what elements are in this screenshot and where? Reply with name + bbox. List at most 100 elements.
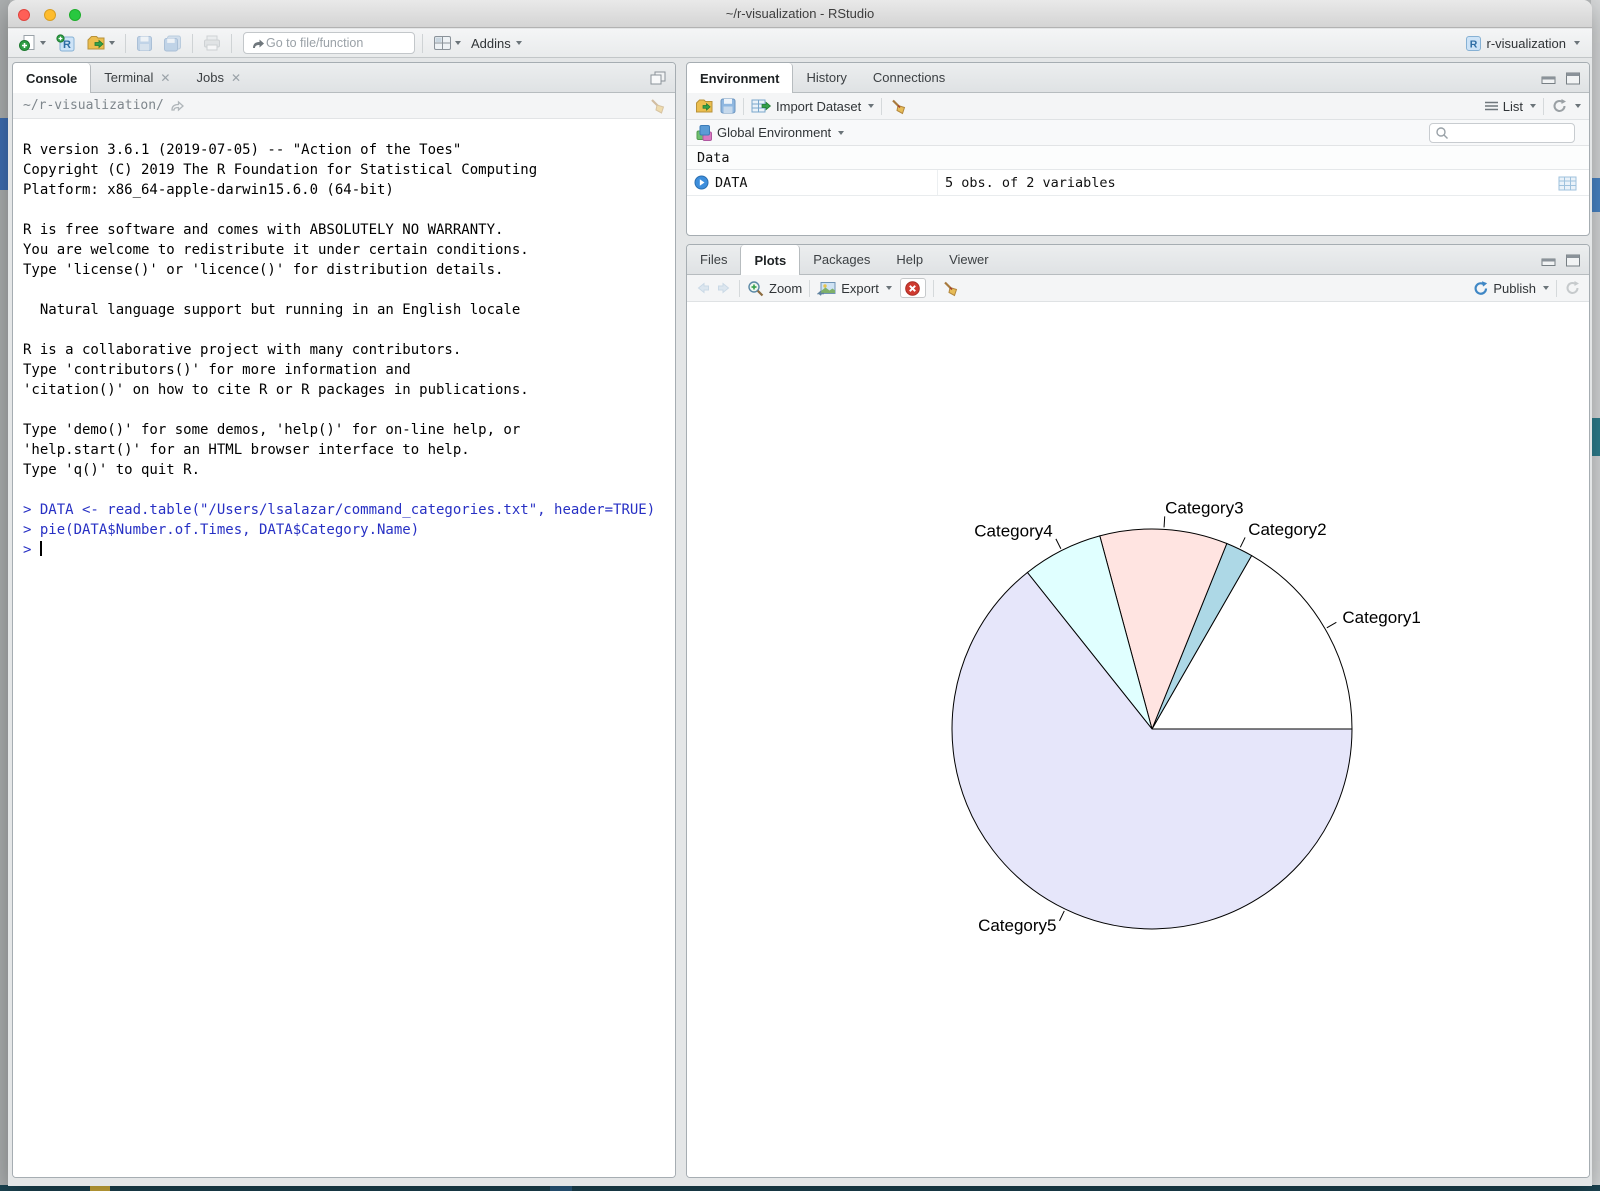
environment-scope-label: Global Environment	[717, 125, 831, 140]
remove-plot-button[interactable]	[900, 278, 926, 298]
maximize-pane-icon[interactable]	[1565, 253, 1581, 267]
toolbar-separator	[231, 34, 232, 53]
console-tabbar: Console Terminal✕ Jobs✕	[13, 63, 675, 93]
print-button[interactable]	[200, 33, 224, 53]
goto-file-function-box[interactable]	[243, 32, 415, 54]
background-fragment	[1591, 418, 1600, 456]
plots-pane: Files Plots Packages Help Viewer	[686, 244, 1590, 1178]
environment-toolbar: Import Dataset List	[687, 93, 1589, 120]
next-plot-button[interactable]	[716, 281, 732, 295]
view-data-grid-icon[interactable]	[1558, 175, 1577, 191]
tab-help[interactable]: Help	[883, 245, 936, 274]
tab-viewer[interactable]: Viewer	[936, 245, 1002, 274]
tab-console[interactable]: Console	[13, 63, 91, 93]
open-file-button[interactable]	[83, 32, 118, 54]
chevron-down-icon	[40, 41, 46, 45]
back-arrow-icon	[695, 281, 711, 295]
zoom-magnifier-icon	[747, 280, 765, 297]
save-workspace-button[interactable]	[720, 98, 736, 114]
environment-search-input[interactable]	[1449, 126, 1569, 140]
export-plot-button[interactable]: Export	[817, 280, 892, 296]
load-workspace-button[interactable]	[695, 98, 714, 114]
maximize-pane-icon[interactable]	[649, 70, 667, 86]
maximize-pane-icon[interactable]	[1565, 71, 1581, 85]
toolbar-separator	[933, 280, 934, 297]
save-all-button[interactable]	[160, 33, 185, 54]
previous-plot-button[interactable]	[695, 281, 711, 295]
console-line	[23, 480, 675, 500]
tab-connections[interactable]: Connections	[860, 63, 958, 92]
console-working-dir-bar: ~/r-visualization/	[13, 93, 675, 119]
console-line: Type 'demo()' for some demos, 'help()' f…	[23, 420, 675, 440]
console-line	[23, 280, 675, 300]
new-project-button[interactable]: R	[53, 32, 79, 55]
save-icon	[136, 35, 153, 52]
import-dataset-button[interactable]: Import Dataset	[751, 98, 874, 114]
tab-files[interactable]: Files	[687, 245, 740, 274]
export-image-icon	[817, 280, 837, 296]
window-title: ~/r-visualization - RStudio	[8, 0, 1592, 28]
clear-environment-button[interactable]	[889, 98, 906, 115]
project-menu-button[interactable]: R r-visualization	[1461, 33, 1584, 54]
minimize-pane-icon[interactable]	[1541, 253, 1557, 267]
chevron-down-icon	[886, 286, 892, 290]
working-dir-label[interactable]: ~/r-visualization/	[23, 98, 164, 113]
environment-scope-button[interactable]: Global Environment	[695, 124, 844, 141]
pie-label-category5: Category5	[978, 916, 1056, 935]
global-environment-icon	[695, 124, 713, 141]
toolbar-separator	[1556, 280, 1557, 297]
tab-packages[interactable]: Packages	[800, 245, 883, 274]
save-all-icon	[163, 35, 182, 52]
close-icon[interactable]: ✕	[231, 71, 241, 85]
environment-search-box[interactable]	[1429, 123, 1575, 143]
tab-plots[interactable]: Plots	[740, 245, 800, 275]
pie-label-category2: Category2	[1248, 520, 1326, 539]
clear-console-icon[interactable]	[648, 97, 665, 114]
toolbar-separator	[422, 34, 423, 53]
tab-terminal[interactable]: Terminal✕	[91, 63, 183, 92]
save-button[interactable]	[133, 33, 156, 54]
console-line: 'help.start()' for an HTML browser inter…	[23, 440, 675, 460]
expand-object-icon[interactable]	[694, 175, 709, 190]
refresh-plot-button[interactable]	[1564, 280, 1581, 296]
close-icon[interactable]: ✕	[160, 71, 170, 85]
environment-view-toggle[interactable]: List	[1484, 99, 1536, 114]
tab-environment[interactable]: Environment	[687, 63, 793, 93]
console-line: Natural language support but running in …	[23, 300, 675, 320]
open-folder-icon	[695, 98, 714, 114]
export-label: Export	[841, 281, 879, 296]
tab-jobs[interactable]: Jobs✕	[183, 63, 254, 92]
console-line: Copyright (C) 2019 The R Foundation for …	[23, 160, 675, 180]
pie-chart: Category1Category2Category3Category4Cate…	[687, 302, 1589, 1178]
console-line: Type 'contributors()' for more informati…	[23, 360, 675, 380]
tab-history[interactable]: History	[793, 63, 859, 92]
goto-file-function-input[interactable]	[266, 36, 408, 50]
refresh-icon	[1551, 98, 1568, 114]
zoom-plot-button[interactable]: Zoom	[747, 280, 802, 297]
plot-display-area[interactable]: Category1Category2Category3Category4Cate…	[687, 302, 1589, 1177]
clear-all-plots-button[interactable]	[941, 280, 958, 297]
save-icon	[720, 98, 736, 114]
minimize-pane-icon[interactable]	[1541, 71, 1557, 85]
console-line: Type 'license()' or 'licence()' for dist…	[23, 260, 675, 280]
console-line: R is free software and comes with ABSOLU…	[23, 220, 675, 240]
new-file-button[interactable]	[16, 32, 49, 54]
chevron-down-icon	[868, 104, 874, 108]
goto-directory-icon[interactable]	[170, 99, 186, 113]
console-line: > DATA <- read.table("/Users/lsalazar/co…	[23, 500, 675, 520]
toolbar-separator	[881, 98, 882, 115]
chevron-down-icon	[1575, 104, 1581, 108]
broom-icon	[941, 280, 958, 297]
console-line: >	[23, 540, 675, 560]
publish-plot-button[interactable]: Publish	[1471, 280, 1549, 296]
addins-button[interactable]: Addins	[464, 34, 525, 53]
svg-text:R: R	[1469, 38, 1477, 50]
console-line: You are welcome to redistribute it under…	[23, 240, 675, 260]
refresh-environment-button[interactable]	[1551, 98, 1581, 114]
pane-layout-icon	[433, 35, 452, 51]
environment-object-row[interactable]: DATA 5 obs. of 2 variables	[687, 170, 1589, 196]
environment-section-header: Data	[687, 146, 1589, 170]
toolbar-separator	[739, 280, 740, 297]
pane-layout-button[interactable]	[430, 33, 464, 53]
console-output[interactable]: R version 3.6.1 (2019-07-05) -- "Action …	[13, 120, 675, 1177]
